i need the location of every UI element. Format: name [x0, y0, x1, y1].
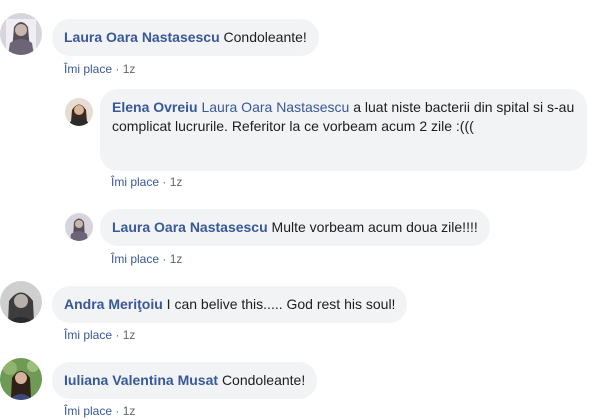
comment-author[interactable]: Iuliana Valentina Musat	[64, 372, 218, 388]
like-button[interactable]: Îmi place	[111, 252, 159, 266]
separator: ·	[159, 252, 170, 266]
timestamp[interactable]: 1z	[123, 62, 136, 76]
timestamp[interactable]: 1z	[170, 175, 183, 189]
comment-text: Condoleante!	[223, 29, 307, 45]
like-button[interactable]: Îmi place	[111, 175, 159, 189]
timestamp[interactable]: 1z	[123, 328, 136, 342]
comment-text: I can belive this..... God rest his soul…	[166, 296, 396, 312]
comment-author[interactable]: Elena Ovreiu	[112, 99, 198, 115]
timestamp[interactable]: 1z	[123, 404, 136, 418]
like-button[interactable]: Îmi place	[64, 328, 112, 342]
comment-actions: Îmi place · 1z	[111, 251, 182, 267]
separator: ·	[112, 62, 123, 76]
comment-actions: Îmi place · 1z	[64, 327, 135, 343]
avatar[interactable]	[0, 281, 42, 323]
like-button[interactable]: Îmi place	[64, 62, 112, 76]
separator: ·	[159, 175, 170, 189]
comment-actions: Îmi place · 1z	[64, 403, 135, 419]
comment-text: Multe vorbeam acum doua zile!!!!	[271, 219, 478, 235]
comment-bubble: Laura Oara Nastasescu Condoleante!	[52, 19, 319, 56]
comment-bubble: Elena Ovreiu Laura Oara Nastasescu a lua…	[100, 89, 587, 171]
like-button[interactable]: Îmi place	[64, 404, 112, 418]
comment-author[interactable]: Laura Oara Nastasescu	[64, 29, 220, 45]
comment-author[interactable]: Andra Meriţoiu	[64, 296, 163, 312]
separator: ·	[112, 404, 123, 418]
comment-author[interactable]: Laura Oara Nastasescu	[112, 219, 268, 235]
comment-bubble: Andra Meriţoiu I can belive this..... Go…	[52, 286, 408, 323]
timestamp[interactable]: 1z	[170, 252, 183, 266]
avatar[interactable]	[65, 213, 93, 241]
avatar[interactable]	[65, 98, 93, 126]
comment-bubble: Laura Oara Nastasescu Multe vorbeam acum…	[100, 209, 490, 246]
comment-actions: Îmi place · 1z	[64, 61, 135, 77]
comment-bubble: Iuliana Valentina Musat Condoleante!	[52, 362, 318, 399]
comment-text: Condoleante!	[221, 372, 306, 388]
separator: ·	[112, 328, 123, 342]
avatar[interactable]	[0, 13, 42, 55]
avatar[interactable]	[0, 358, 42, 400]
mention-link[interactable]: Laura Oara Nastasescu	[201, 99, 349, 115]
comment-actions: Îmi place · 1z	[111, 174, 182, 190]
